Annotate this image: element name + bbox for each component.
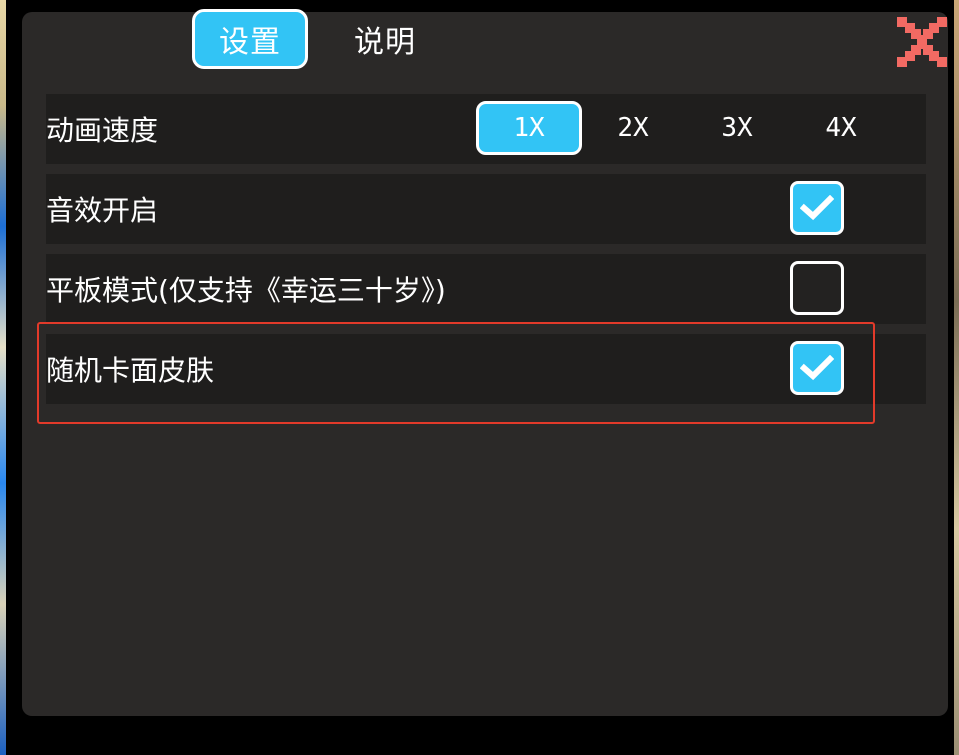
checkmark-icon [800,195,834,221]
setting-row-animation-speed: 动画速度 1X 2X 3X 4X [46,94,926,164]
tab-instructions[interactable]: 说明 [340,14,430,64]
setting-row-random-skin: 随机卡面皮肤 [46,334,926,404]
checkmark-icon [800,355,834,381]
background-edge-left [0,0,6,755]
speed-option-1x-label: 1X [513,113,545,143]
speed-option-2x[interactable]: 2X [580,101,686,155]
sound-checkbox[interactable] [790,181,844,235]
random-skin-checkbox[interactable] [790,341,844,395]
tablet-mode-checkbox[interactable] [790,261,844,315]
setting-row-tablet-mode: 平板模式(仅支持《幸运三十岁》) [46,254,926,324]
speed-option-3x[interactable]: 3X [684,101,790,155]
tab-instructions-label: 说明 [354,25,416,60]
speed-option-1x[interactable]: 1X [476,101,582,155]
speed-option-4x[interactable]: 4X [788,101,894,155]
setting-row-sound: 音效开启 [46,174,926,244]
sound-label: 音效开启 [46,194,159,227]
tab-settings-label: 设置 [219,25,281,60]
tablet-mode-label: 平板模式(仅支持《幸运三十岁》) [46,274,446,307]
speed-option-2x-label: 2X [617,113,649,143]
tab-settings[interactable]: 设置 [192,9,308,69]
background-edge-right [954,0,959,755]
speed-option-3x-label: 3X [721,113,753,143]
speed-option-4x-label: 4X [825,113,857,143]
animation-speed-label: 动画速度 [46,114,159,147]
random-skin-label: 随机卡面皮肤 [46,354,215,387]
close-icon[interactable] [893,13,951,71]
